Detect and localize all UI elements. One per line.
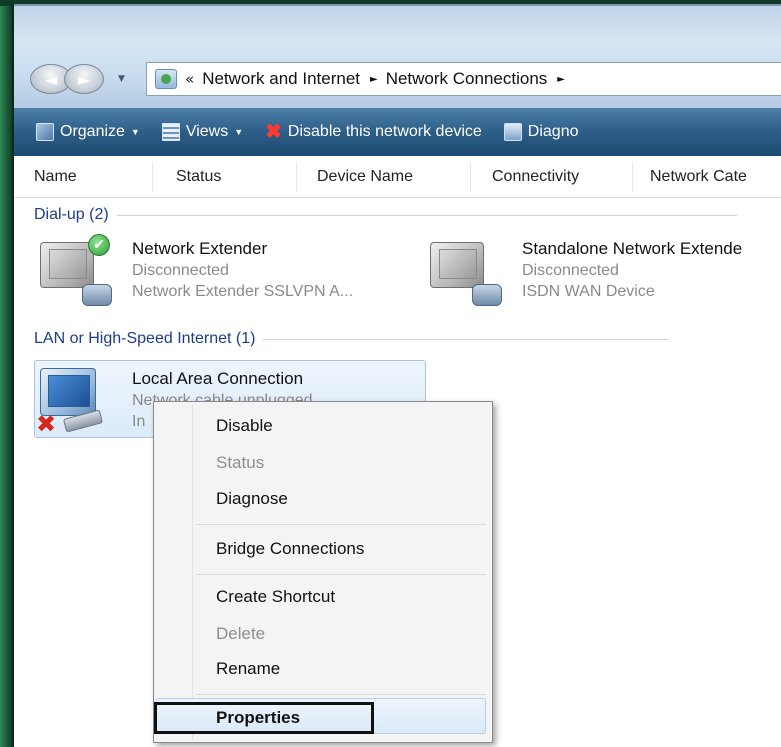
back-arrow-icon: ◄ [44,69,58,89]
organize-button[interactable]: Organize ▼ [36,123,140,141]
dialup-connection-icon [424,232,508,316]
column-header-device-name[interactable]: Device Name [317,168,413,186]
group-divider [263,338,670,340]
organize-icon [36,123,54,141]
recent-pages-dropdown[interactable]: ▼ [118,74,132,86]
diagnose-label: Diagno [527,123,579,140]
column-separator[interactable] [296,162,297,192]
views-button[interactable]: Views ▼ [161,123,244,141]
dialup-connection-icon: ✔ [34,232,118,316]
diagnose-button[interactable]: Diagno [503,123,579,141]
breadcrumb-network-connections[interactable]: Network Connections [386,69,548,89]
menu-item-status: Status [216,453,265,472]
column-header-connectivity[interactable]: Connectivity [492,168,579,186]
connection-status: Disconnected [522,262,619,279]
forward-arrow-icon: ► [77,69,91,89]
phone-icon [82,284,112,306]
screenshot-stage: ◄ ► ▼ « Network and Internet ► Network C… [0,0,781,747]
menu-item-rename[interactable]: Rename [216,659,280,679]
connection-device: ISDN WAN Device [522,283,655,300]
connection-network-extender[interactable]: ✔ Network Extender Disconnected Network … [34,232,353,316]
disable-device-label: Disable this network device [287,123,482,140]
network-folder-icon [155,69,177,89]
connection-name: Local Area Connection [132,369,304,388]
diagnose-icon [503,123,522,141]
menu-separator [196,694,486,695]
breadcrumb-arrow-icon[interactable]: ► [557,74,565,85]
context-menu: Disable Status Diagnose Bridge Connectio… [153,401,493,743]
breadcrumb-arrow-icon[interactable]: ► [370,74,378,85]
group-title: Dial-up (2) [34,206,109,223]
column-separator[interactable] [632,162,633,192]
check-icon: ✔ [88,234,110,256]
column-separator[interactable] [470,162,471,192]
group-divider [116,214,737,216]
group-title: LAN or High-Speed Internet (1) [34,330,256,347]
address-overflow-chevron[interactable]: « [185,70,194,88]
window-chrome: ◄ ► ▼ « Network and Internet ► Network C… [14,4,781,108]
group-header-dialup[interactable]: Dial-up (2) [34,206,737,224]
views-label: Views [185,123,229,140]
column-headers: Name Status Device Name Connectivity Net… [14,156,781,198]
forward-button[interactable]: ► [64,64,104,94]
menu-item-create-shortcut[interactable]: Create Shortcut [216,587,335,607]
group-header-lan[interactable]: LAN or High-Speed Internet (1) [34,330,670,348]
menu-separator [196,524,486,525]
desktop-edge [0,0,12,747]
column-header-network-category[interactable]: Network Cate [650,168,747,186]
phone-icon [472,284,502,306]
red-x-icon: ✖ [265,121,282,143]
chrome-border [14,4,781,6]
connection-name: Standalone Network Extende [522,239,743,258]
menu-item-properties[interactable]: Properties [216,708,300,728]
connection-device: Network Extender SSLVPN A... [132,283,354,300]
computer-icon [40,368,96,416]
breadcrumb-network-and-internet[interactable]: Network and Internet [202,69,360,89]
organize-label: Organize [60,123,125,140]
menu-separator [196,574,486,575]
disable-device-button[interactable]: ✖ Disable this network device [265,121,482,143]
command-toolbar: Organize ▼ Views ▼ ✖ Disable this networ… [14,108,781,156]
network-connections-window: ◄ ► ▼ « Network and Internet ► Network C… [12,4,781,747]
column-separator[interactable] [152,162,153,192]
chevron-down-icon: ▼ [130,127,140,137]
computer-icon [40,242,94,288]
connection-name: Network Extender [132,239,268,258]
lan-connection-icon: ✖ [34,360,118,444]
menu-item-delete: Delete [216,624,266,643]
menu-icon-gutter [192,404,193,740]
menu-item-disable[interactable]: Disable [216,416,273,436]
column-header-status[interactable]: Status [176,168,221,186]
views-icon [161,123,180,141]
menu-item-bridge-connections[interactable]: Bridge Connections [216,539,364,559]
connection-status: Disconnected [132,262,229,279]
address-bar[interactable]: « Network and Internet ► Network Connect… [146,62,781,96]
connection-standalone-network-extender[interactable]: Standalone Network Extende Disconnected … [424,232,742,316]
column-header-name[interactable]: Name [34,168,77,186]
menu-item-diagnose[interactable]: Diagnose [216,489,288,509]
computer-icon [430,242,484,288]
red-x-icon: ✖ [36,410,57,438]
chevron-down-icon: ▼ [234,127,244,137]
